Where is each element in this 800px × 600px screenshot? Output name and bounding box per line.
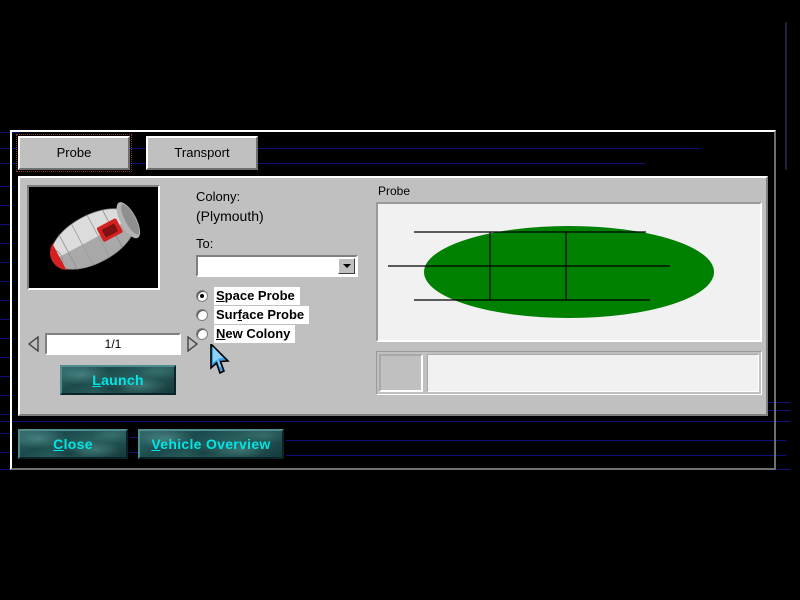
probe-details-column: Colony: (Plymouth) To: Space Probe Surfa… [196,188,376,343]
colony-value: (Plymouth) [196,205,376,227]
tab-transport-label: Transport [174,145,229,160]
probe-status-icon[interactable] [379,354,423,392]
close-accel: C [53,436,63,452]
launch-accel: L [92,372,101,388]
radio-new-colony[interactable]: New Colony [196,324,376,343]
radio-label-space-probe: Space Probe [214,287,300,305]
close-label-rest: lose [64,436,93,452]
launch-button[interactable]: Launch [60,365,176,395]
vehicle-overview-accel: V [151,436,160,452]
chevron-down-icon[interactable] [338,258,355,274]
probe-map-view[interactable] [376,202,762,342]
radio-indicator-new-colony [196,328,208,340]
probe-group-box: Probe [376,184,762,408]
probe-capsule-render [29,187,158,288]
page-indicator-value: 1/1 [105,337,122,351]
planet-surface-diagram [378,204,760,340]
radio-label-surface-probe: Surface Probe [214,306,309,324]
tab-transport[interactable]: Transport [146,136,258,170]
vehicle-overview-label-rest: ehicle Overview [160,436,270,452]
probe-group-title: Probe [378,184,410,198]
vehicle-overview-button[interactable]: Vehicle Overview [138,429,284,459]
radio-indicator-space-probe [196,290,208,302]
triangle-left-icon[interactable] [27,335,41,353]
probe-status-bar [376,351,762,395]
tab-probe[interactable]: Probe [18,136,130,170]
to-label: To: [196,235,376,252]
radio-space-probe[interactable]: Space Probe [196,286,376,305]
page-indicator-field[interactable]: 1/1 [45,333,181,355]
launch-label-rest: aunch [101,372,144,388]
radio-surface-probe[interactable]: Surface Probe [196,305,376,324]
radio-indicator-surface-probe [196,309,208,321]
destination-combobox[interactable] [196,255,358,277]
colony-label: Colony: [196,188,376,205]
close-button[interactable]: Close [18,429,128,459]
tab-strip: Probe Transport [18,136,268,172]
probe-status-text [427,354,759,392]
tab-probe-label: Probe [57,145,92,160]
probe-type-radio-group: Space Probe Surface Probe New Colony [196,286,376,343]
ship-preview-image [27,185,160,290]
probe-tab-panel: 1/1 Launch Colony: (Plymouth) To: Space … [18,176,768,416]
page-spinner: 1/1 [27,333,199,355]
radio-label-new-colony: New Colony [214,325,295,343]
